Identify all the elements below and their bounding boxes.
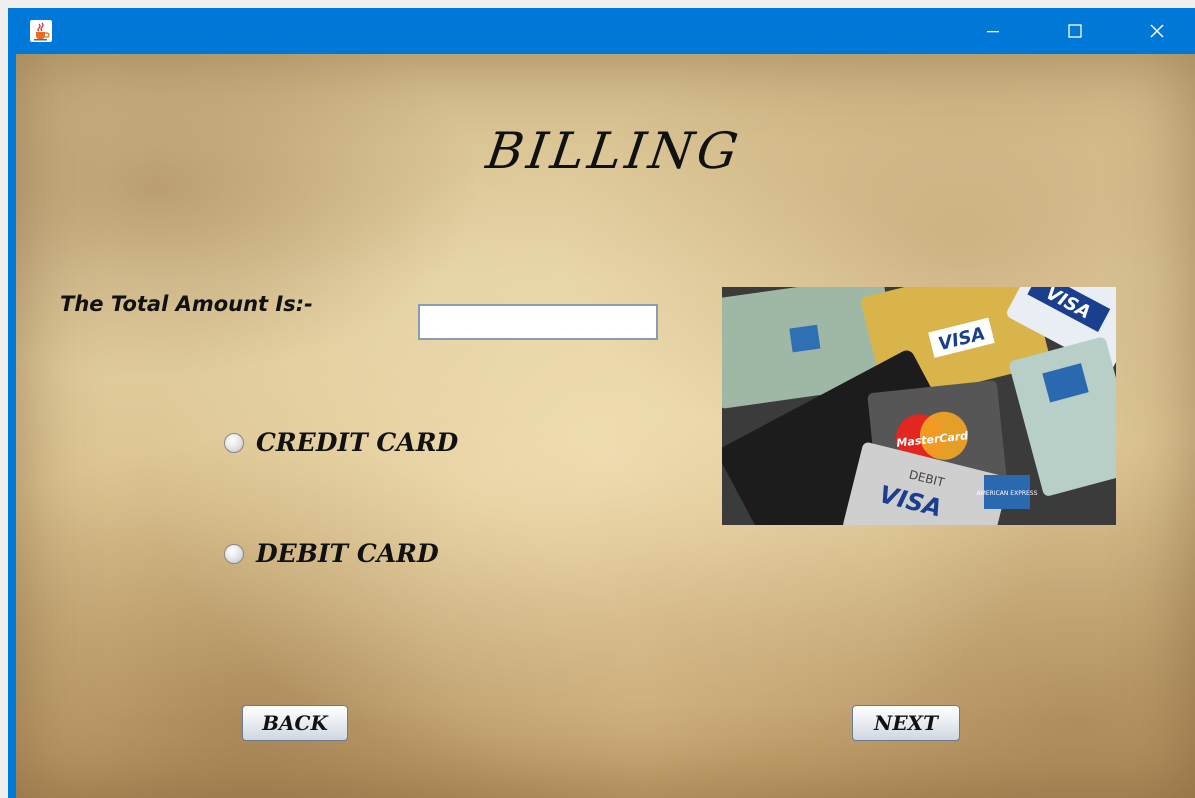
credit-card-radio[interactable] xyxy=(224,432,244,453)
java-cup-icon xyxy=(30,20,52,42)
page-title: BILLING xyxy=(482,122,746,180)
app-window: BILLING The Total Amount Is:- CREDIT CAR… xyxy=(8,8,1195,798)
debit-card-option[interactable]: DEBIT CARD xyxy=(224,539,439,568)
next-button[interactable]: NEXT xyxy=(852,705,960,741)
back-button[interactable]: BACK xyxy=(242,705,348,741)
minimize-icon xyxy=(987,31,999,33)
maximize-icon xyxy=(1068,24,1082,38)
billing-panel: BILLING The Total Amount Is:- CREDIT CAR… xyxy=(16,54,1195,798)
amex-logo-text: AMERICAN EXPRESS xyxy=(977,490,1038,497)
debit-card-label: DEBIT CARD xyxy=(256,539,439,568)
title-bar xyxy=(8,8,1195,54)
credit-cards-image: VISA VISA MasterCard DEBIT VISA AMERICAN… xyxy=(722,287,1116,525)
close-button[interactable] xyxy=(1134,8,1180,54)
maximize-button[interactable] xyxy=(1052,8,1098,54)
credit-card-label: CREDIT CARD xyxy=(256,428,459,457)
amount-input[interactable] xyxy=(418,304,658,340)
minimize-button[interactable] xyxy=(970,8,1016,54)
debit-card-radio[interactable] xyxy=(224,543,244,564)
amount-label: The Total Amount Is:- xyxy=(60,292,313,316)
credit-card-option[interactable]: CREDIT CARD xyxy=(224,428,458,457)
close-icon xyxy=(1150,24,1164,38)
